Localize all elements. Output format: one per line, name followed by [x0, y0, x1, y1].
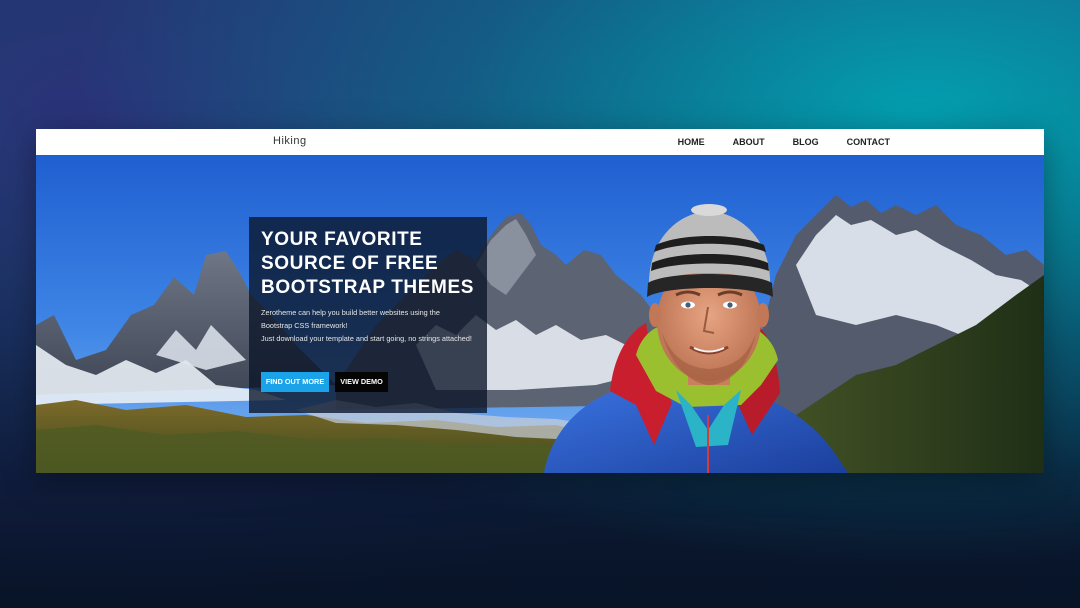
nav-contact[interactable]: CONTACT — [847, 137, 890, 147]
headline-line-3: BOOTSTRAP THEMES — [261, 277, 474, 298]
description-line-2: Bootstrap CSS framework! — [261, 321, 348, 330]
view-demo-button[interactable]: VIEW DEMO — [335, 372, 388, 392]
hero-section: YOUR FAVORITE SOURCE OF FREE BOOTSTRAP T… — [36, 155, 1044, 473]
hero-caption-box: YOUR FAVORITE SOURCE OF FREE BOOTSTRAP T… — [249, 217, 487, 413]
hero-description: Zerotheme can help you build better webs… — [261, 306, 485, 345]
description-line-1: Zerotheme can help you build better webs… — [261, 308, 440, 317]
nav-blog[interactable]: BLOG — [793, 137, 819, 147]
brand-logo[interactable]: Hiking — [273, 135, 307, 147]
headline-line-2: SOURCE OF FREE — [261, 253, 439, 274]
nav-about[interactable]: ABOUT — [733, 137, 765, 147]
nav-menu: HOME ABOUT BLOG CONTACT — [650, 137, 890, 147]
find-out-more-button[interactable]: FIND OUT MORE — [261, 372, 329, 392]
hero-background-image — [36, 155, 1044, 473]
hero-headline: YOUR FAVORITE SOURCE OF FREE BOOTSTRAP T… — [261, 228, 483, 300]
navbar: Hiking HOME ABOUT BLOG CONTACT — [36, 129, 1044, 155]
headline-line-1: YOUR FAVORITE — [261, 229, 423, 250]
website-preview: Hiking HOME ABOUT BLOG CONTACT YOUR FAVO… — [36, 129, 1044, 473]
description-line-3: Just download your template and start go… — [261, 334, 472, 343]
nav-home[interactable]: HOME — [678, 137, 705, 147]
